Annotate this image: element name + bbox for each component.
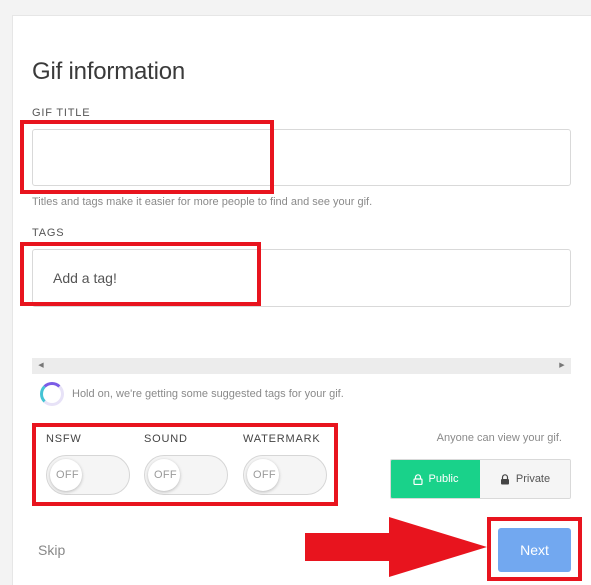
public-button[interactable]: Public — [391, 460, 480, 498]
toggle-state: OFF — [56, 469, 79, 481]
tags-label: TAGS — [32, 227, 65, 239]
visibility-note: Anyone can view your gif. — [436, 432, 562, 444]
helper-text: Titles and tags make it easier for more … — [32, 196, 373, 208]
visibility-selector: Public Private — [390, 459, 571, 499]
loading-spinner-icon — [40, 382, 64, 406]
private-button[interactable]: Private — [480, 460, 570, 498]
toggle-state: OFF — [154, 469, 177, 481]
watermark-toggle[interactable]: OFF — [243, 455, 327, 495]
lock-icon — [500, 473, 509, 484]
scroll-right-icon[interactable]: ▶ — [555, 358, 569, 374]
suggested-tags-scrollbar[interactable]: ◀ ▶ — [32, 358, 571, 374]
toggle-state: OFF — [253, 469, 276, 481]
watermark-label: WATERMARK — [243, 433, 321, 445]
sound-toggle[interactable]: OFF — [144, 455, 228, 495]
scroll-left-icon[interactable]: ◀ — [34, 358, 48, 374]
public-label: Public — [428, 473, 459, 485]
gif-title-label: GIF TITLE — [32, 107, 91, 119]
gif-title-input[interactable] — [32, 129, 571, 186]
page-title: Gif information — [32, 58, 186, 85]
suggested-tags-loading-text: Hold on, we're getting some suggested ta… — [72, 388, 344, 400]
lock-icon — [412, 473, 423, 485]
arrow-annotation — [305, 517, 487, 577]
nsfw-toggle[interactable]: OFF — [46, 455, 130, 495]
skip-link[interactable]: Skip — [38, 542, 65, 558]
private-label: Private — [515, 473, 551, 485]
sound-label: SOUND — [144, 433, 188, 445]
nsfw-label: NSFW — [46, 433, 82, 445]
next-button[interactable]: Next — [498, 528, 571, 572]
tags-input[interactable] — [32, 249, 571, 307]
